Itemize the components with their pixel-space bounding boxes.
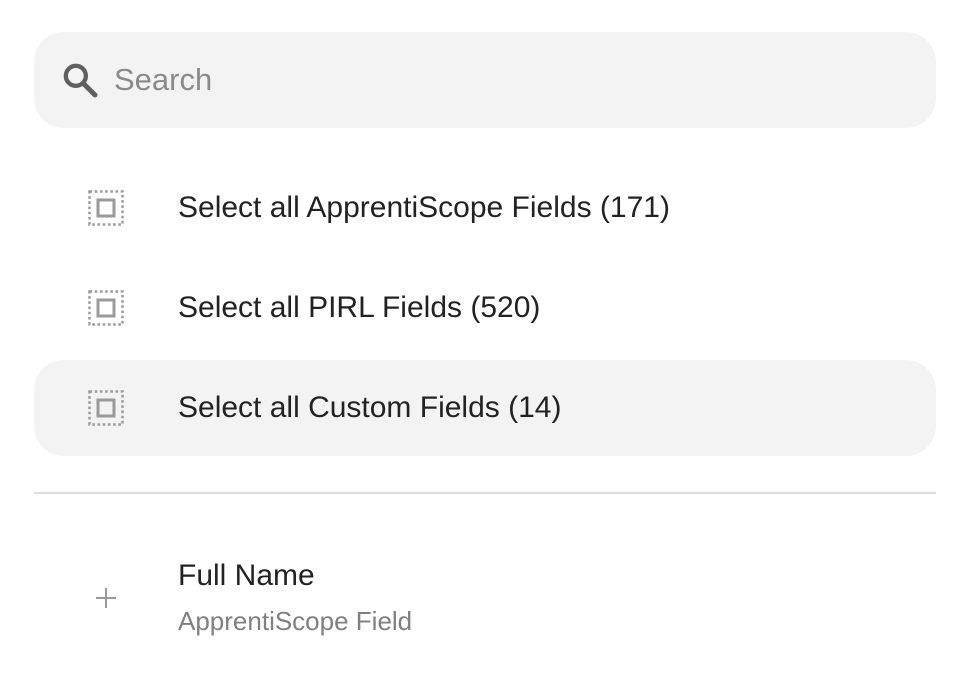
plus-icon[interactable]: [94, 586, 118, 610]
select-all-custom-fields[interactable]: Select all Custom Fields (14): [34, 360, 936, 456]
select-all-label: Select all ApprentiScope Fields (171): [178, 191, 670, 224]
select-all-icon: [88, 190, 124, 226]
field-subtitle: ApprentiScope Field: [178, 606, 413, 636]
select-all-apprentiscope-fields[interactable]: Select all ApprentiScope Fields (171): [34, 160, 936, 256]
field-title: Full Name: [178, 559, 315, 592]
search-icon: [63, 63, 98, 98]
select-all-label: Select all Custom Fields (14): [178, 391, 562, 424]
select-all-icon: [88, 390, 124, 426]
select-all-pirl-fields[interactable]: Select all PIRL Fields (520): [34, 260, 936, 356]
select-all-icon: [88, 290, 124, 326]
search-input[interactable]: [114, 32, 914, 128]
field-item-full-name[interactable]: Full Name ApprentiScope Field: [34, 544, 936, 652]
select-all-label: Select all PIRL Fields (520): [178, 291, 541, 324]
divider: [34, 492, 936, 494]
